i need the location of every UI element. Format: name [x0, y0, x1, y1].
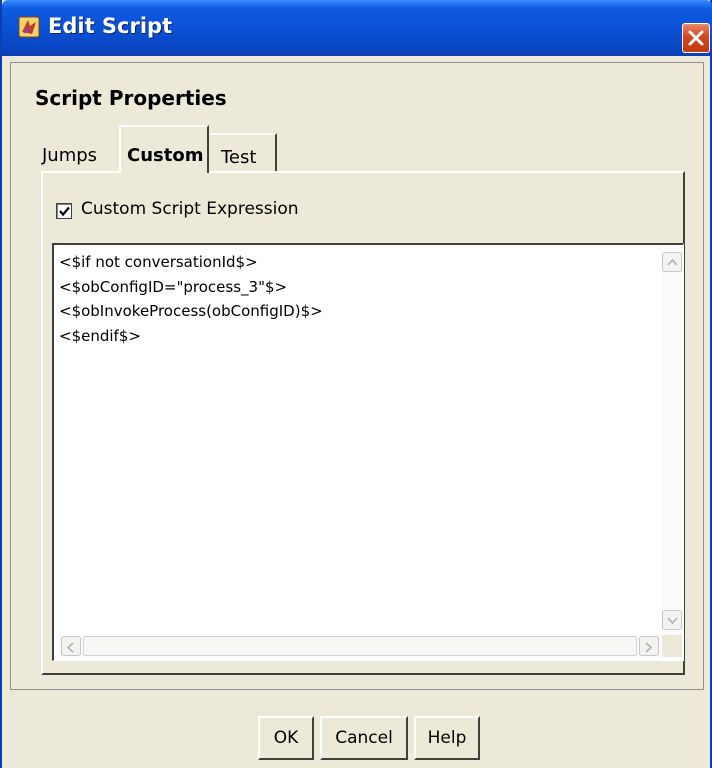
scrollbar-corner: [662, 635, 682, 657]
chevron-left-icon: [66, 642, 74, 653]
custom-expression-label[interactable]: Custom Script Expression: [81, 199, 299, 219]
script-line: <$endif$>: [59, 326, 141, 345]
title-bar[interactable]: Edit Script: [2, 0, 712, 56]
scroll-up-button[interactable]: [662, 252, 682, 272]
scroll-down-button[interactable]: [662, 610, 682, 630]
script-text[interactable]: <$if not conversationId$> <$obConfigID="…: [59, 250, 659, 630]
section-title: Script Properties: [35, 86, 227, 110]
close-icon: [688, 30, 704, 46]
chevron-up-icon: [667, 258, 678, 266]
vertical-scrollbar[interactable]: [662, 250, 682, 632]
window-title: Edit Script: [48, 14, 173, 38]
horizontal-scrollbar[interactable]: [59, 635, 661, 657]
script-line: <$obConfigID="process_3"$>: [59, 277, 288, 296]
script-line: <$if not conversationId$>: [59, 253, 258, 271]
edit-script-dialog: Edit Script Script Properties Jumps Cust…: [0, 0, 712, 768]
ok-button[interactable]: OK: [258, 716, 314, 760]
script-line: <$obInvokeProcess(obConfigID)$>: [59, 302, 323, 320]
chevron-right-icon: [645, 642, 653, 653]
app-icon: [18, 16, 40, 38]
chevron-down-icon: [667, 617, 678, 625]
tab-custom[interactable]: Custom: [119, 125, 209, 173]
script-editor[interactable]: <$if not conversationId$> <$obConfigID="…: [52, 243, 684, 661]
horizontal-scroll-thumb[interactable]: [83, 636, 637, 656]
help-button[interactable]: Help: [414, 716, 480, 760]
tab-test[interactable]: Test: [211, 133, 277, 171]
scroll-left-button[interactable]: [61, 636, 81, 656]
custom-expression-checkbox[interactable]: [56, 203, 72, 219]
close-button[interactable]: [682, 23, 710, 53]
checkmark-icon: [59, 206, 70, 217]
scroll-right-button[interactable]: [639, 636, 659, 656]
tab-jumps[interactable]: Jumps: [42, 145, 97, 171]
cancel-button[interactable]: Cancel: [320, 716, 408, 760]
